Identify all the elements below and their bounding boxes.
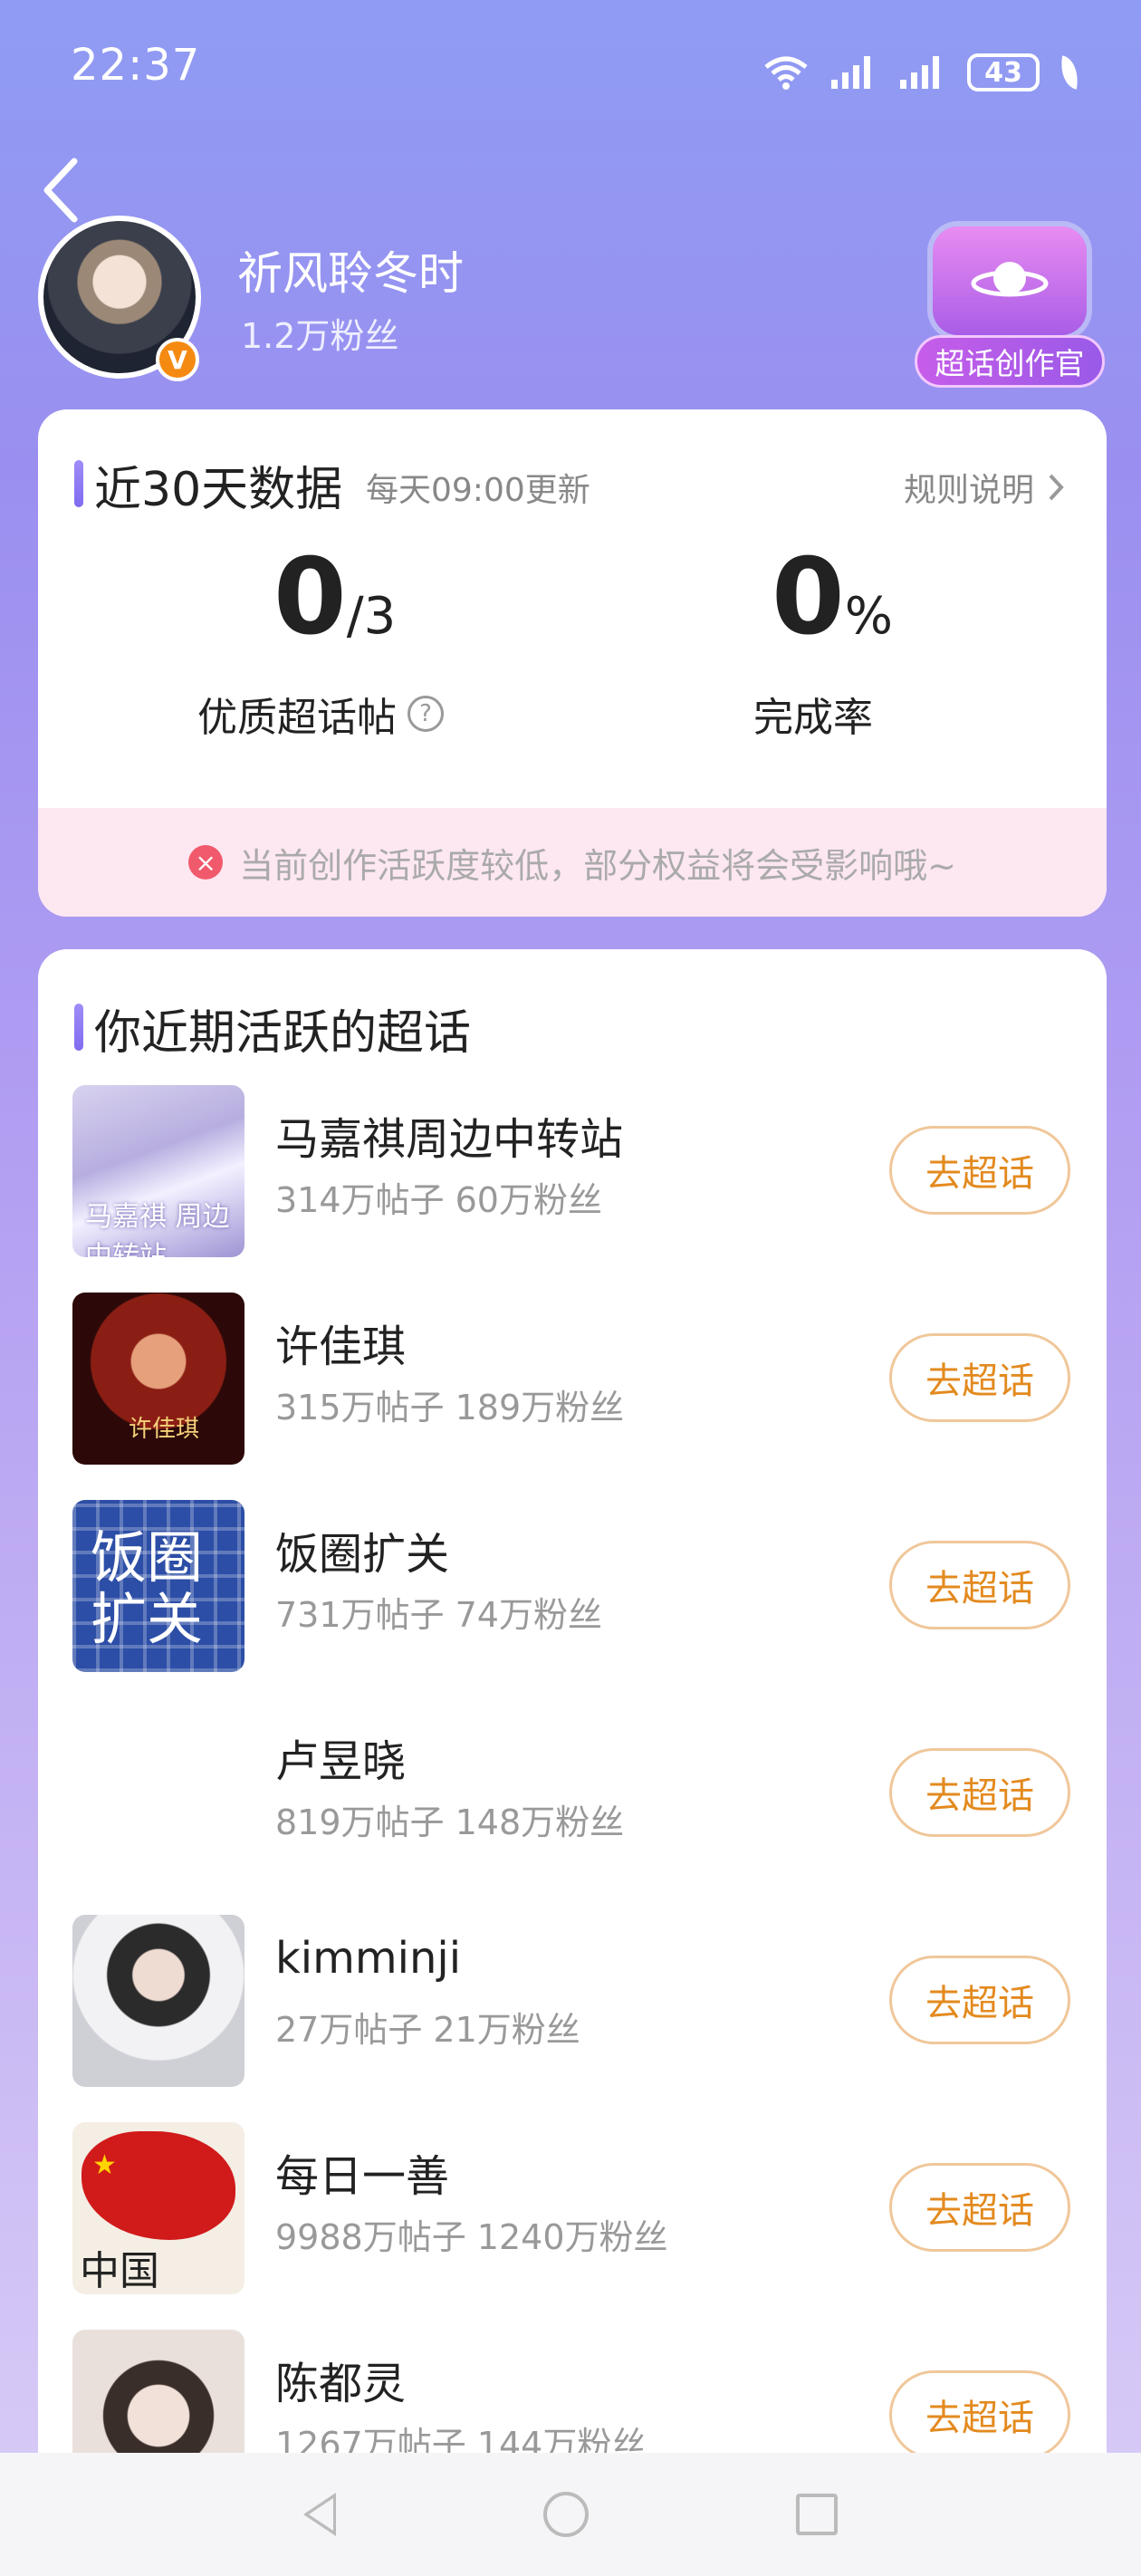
- status-time: 22:37: [71, 40, 201, 91]
- go-topic-button[interactable]: 去超话: [889, 1748, 1070, 1837]
- status-icons: 43: [762, 45, 1082, 100]
- topic-thumbnail[interactable]: 许佳琪: [72, 1293, 244, 1465]
- go-topic-button[interactable]: 去超话: [889, 1956, 1070, 2044]
- quality-posts-value: 0/3: [273, 545, 396, 650]
- thumbnail-caption: 许佳琪: [129, 1416, 200, 1443]
- active-topics-title: 你近期活跃的超话: [94, 1006, 472, 1061]
- back-arrow-icon[interactable]: [36, 154, 100, 226]
- topic-meta: 314万帖子 60万粉丝: [275, 1180, 602, 1220]
- topic-name[interactable]: 卢昱晓: [275, 1725, 406, 1789]
- warning-banner: × 当前创作活跃度较低，部分权益将会受影响哦~: [38, 808, 1107, 917]
- list-item[interactable]: ★ 中国 每日一善 9988万帖子 1240万粉丝 去超话: [38, 2122, 1107, 2330]
- topic-thumbnail[interactable]: ★ 中国: [72, 2122, 244, 2294]
- rules-link[interactable]: 规则说明: [904, 464, 1065, 511]
- battery-icon: 43: [967, 53, 1040, 91]
- nav-recents-icon[interactable]: [796, 2494, 839, 2535]
- chevron-right-icon: [1049, 474, 1064, 501]
- system-nav-bar: [0, 2453, 1141, 2576]
- topic-thumbnail[interactable]: [72, 1707, 244, 1879]
- warning-text: 当前创作活跃度较低，部分权益将会受影响哦~: [239, 845, 956, 886]
- help-icon[interactable]: ?: [408, 696, 444, 732]
- user-name: 祈风聆冬时: [237, 247, 464, 300]
- topic-thumbnail[interactable]: 饭圈扩关: [72, 1500, 244, 1672]
- thumbnail-caption: 饭圈扩关: [91, 1524, 204, 1652]
- rules-link-label: 规则说明: [903, 472, 1034, 509]
- star-icon: ★: [92, 2149, 117, 2181]
- topic-name[interactable]: 陈都灵: [275, 2348, 406, 2411]
- topic-meta: 27万帖子 21万粉丝: [275, 2010, 580, 2050]
- completion-number: 0: [772, 536, 845, 658]
- topic-thumbnail[interactable]: [72, 2330, 244, 2453]
- list-item[interactable]: 马嘉祺 周边中转站 马嘉祺周边中转站 314万帖子 60万粉丝 去超话: [38, 1085, 1107, 1293]
- user-fans: 1.2万粉丝: [241, 316, 399, 356]
- verified-badge: V: [156, 338, 199, 381]
- signal-icon: [831, 56, 870, 89]
- go-topic-button[interactable]: 去超话: [889, 1333, 1070, 1422]
- section-marker: [74, 460, 83, 507]
- list-item[interactable]: 许佳琪 许佳琪 315万帖子 189万粉丝 去超话: [38, 1293, 1107, 1500]
- thumbnail-caption: 马嘉祺 周边中转站: [85, 1201, 230, 1257]
- status-bar: 22:37 43: [0, 0, 1141, 136]
- topic-name[interactable]: kimminji: [275, 1933, 461, 1984]
- map-icon: [82, 2131, 235, 2240]
- completion-suffix: %: [844, 587, 893, 646]
- topic-meta: 9988万帖子 1240万粉丝: [275, 2217, 668, 2257]
- stats-title: 近30天数据: [94, 463, 343, 517]
- list-item[interactable]: 饭圈扩关 饭圈扩关 731万帖子 74万粉丝 去超话: [38, 1500, 1107, 1707]
- go-topic-button[interactable]: 去超话: [889, 2163, 1070, 2252]
- list-item[interactable]: 陈都灵 1267万帖子 144万粉丝 去超话: [38, 2330, 1107, 2453]
- stats-subtitle: 每天09:00更新: [366, 472, 590, 509]
- list-item[interactable]: kimminji 27万帖子 21万粉丝 去超话: [38, 1915, 1107, 2122]
- topic-meta: 731万帖子 74万粉丝: [275, 1595, 602, 1635]
- active-topics-card: 你近期活跃的超话 马嘉祺 周边中转站 马嘉祺周边中转站 314万帖子 60万粉丝…: [38, 949, 1107, 2453]
- topic-list: 马嘉祺 周边中转站 马嘉祺周边中转站 314万帖子 60万粉丝 去超话 许佳琪 …: [38, 1085, 1107, 2453]
- wifi-icon: [764, 56, 808, 90]
- topic-meta: 1267万帖子 144万粉丝: [275, 2425, 647, 2453]
- leaf-icon: [1057, 55, 1082, 90]
- topic-name[interactable]: 马嘉祺周边中转站: [275, 1103, 623, 1167]
- go-topic-button[interactable]: 去超话: [889, 2370, 1070, 2453]
- list-item[interactable]: 卢昱晓 819万帖子 148万粉丝 去超话: [38, 1707, 1107, 1915]
- creator-badge-label[interactable]: 超话创作官: [915, 335, 1105, 388]
- topic-name[interactable]: 每日一善: [275, 2140, 449, 2204]
- topic-meta: 819万帖子 148万粉丝: [275, 1802, 625, 1842]
- section-marker: [74, 1004, 83, 1051]
- topic-name[interactable]: 许佳琪: [275, 1311, 406, 1374]
- stats-card: 近30天数据 每天09:00更新 规则说明 0/3 优质超话帖 ? 0% 完成率…: [38, 409, 1107, 917]
- topic-thumbnail[interactable]: 马嘉祺 周边中转站: [72, 1085, 244, 1257]
- quality-posts-label: 优质超话帖: [197, 695, 397, 741]
- topic-name[interactable]: 饭圈扩关: [275, 1518, 449, 1581]
- go-topic-button[interactable]: 去超话: [889, 1541, 1070, 1629]
- topic-meta: 315万帖子 189万粉丝: [275, 1388, 625, 1427]
- nav-home-icon[interactable]: [542, 2492, 589, 2537]
- topic-thumbnail[interactable]: [72, 1915, 244, 2087]
- completion-value: 0%: [772, 545, 893, 650]
- go-topic-button[interactable]: 去超话: [889, 1126, 1070, 1215]
- planet-icon: [971, 262, 1049, 297]
- creator-badge-icon[interactable]: [933, 226, 1087, 335]
- thumbnail-caption: 中国: [80, 2248, 159, 2294]
- quality-posts-label-wrap: 优质超话帖 ?: [197, 685, 444, 743]
- completion-label: 完成率: [753, 695, 873, 741]
- error-icon: ×: [188, 845, 224, 879]
- signal-icon-2: [900, 56, 939, 89]
- quality-posts-number: 0: [273, 536, 347, 658]
- nav-back-icon[interactable]: [302, 2493, 336, 2536]
- quality-posts-target: /3: [346, 587, 397, 646]
